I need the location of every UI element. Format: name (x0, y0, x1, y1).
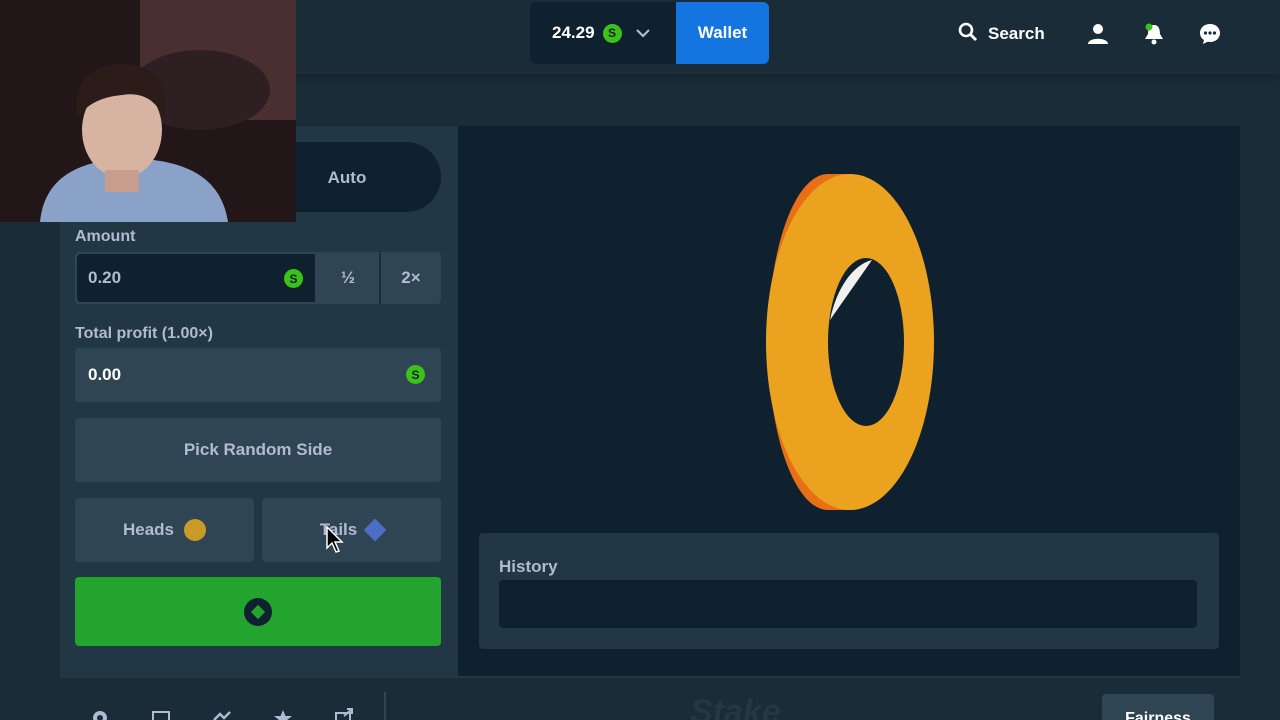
search-button[interactable]: Search (958, 20, 1045, 48)
loading-icon (244, 597, 272, 626)
search-icon (958, 22, 978, 47)
favourite-star-icon[interactable] (273, 708, 293, 720)
currency-icon: S (406, 365, 425, 384)
webcam-overlay (0, 0, 296, 222)
balance-amount: 24.29 (552, 23, 595, 42)
total-profit-value: 0.00 (88, 365, 122, 384)
heads-coin-icon (184, 519, 207, 541)
tab-auto[interactable]: Auto (286, 168, 408, 188)
footer-divider (384, 692, 386, 720)
fairness-button[interactable]: Fairness (1102, 694, 1214, 720)
amount-group: 0.20 S ½ 2× (75, 252, 441, 304)
flipping-coin-graphic (766, 174, 934, 510)
chat-icon[interactable] (1198, 22, 1222, 46)
history-panel: History (479, 533, 1219, 649)
bet-button[interactable] (75, 577, 441, 646)
double-amount-button[interactable]: 2× (379, 252, 441, 304)
tails-button[interactable]: Tails (262, 498, 441, 562)
amount-value: 0.20 (88, 268, 122, 287)
theatre-mode-icon[interactable] (151, 708, 171, 720)
amount-input[interactable]: 0.20 S (77, 254, 315, 302)
notification-bell-icon[interactable] (1142, 22, 1166, 46)
mouse-cursor-icon (326, 526, 344, 553)
tails-diamond-icon (363, 518, 387, 542)
pick-random-side-button[interactable]: Pick Random Side (75, 418, 441, 482)
brand-watermark: Stake (690, 693, 781, 720)
currency-icon: S (602, 23, 622, 43)
wallet-button[interactable]: Wallet (676, 2, 769, 64)
balance-selector[interactable]: 24.29 S (530, 2, 676, 64)
footer-toolbar (60, 676, 1240, 720)
user-icon[interactable] (1086, 22, 1110, 46)
history-title: History (499, 557, 558, 576)
heads-button[interactable]: Heads (75, 498, 254, 562)
currency-icon: S (284, 269, 303, 288)
settings-icon[interactable] (90, 708, 110, 720)
stats-icon[interactable] (212, 708, 232, 720)
total-profit-label: Total profit (1.00×) (75, 325, 213, 342)
total-profit-field[interactable]: 0.00 S (75, 348, 441, 402)
popout-icon[interactable] (334, 708, 354, 720)
chevron-down-icon (635, 25, 650, 41)
amount-label: Amount (75, 228, 136, 245)
search-label: Search (988, 24, 1045, 43)
half-amount-button[interactable]: ½ (317, 252, 379, 304)
heads-label: Heads (122, 520, 175, 539)
history-track (499, 580, 1197, 628)
